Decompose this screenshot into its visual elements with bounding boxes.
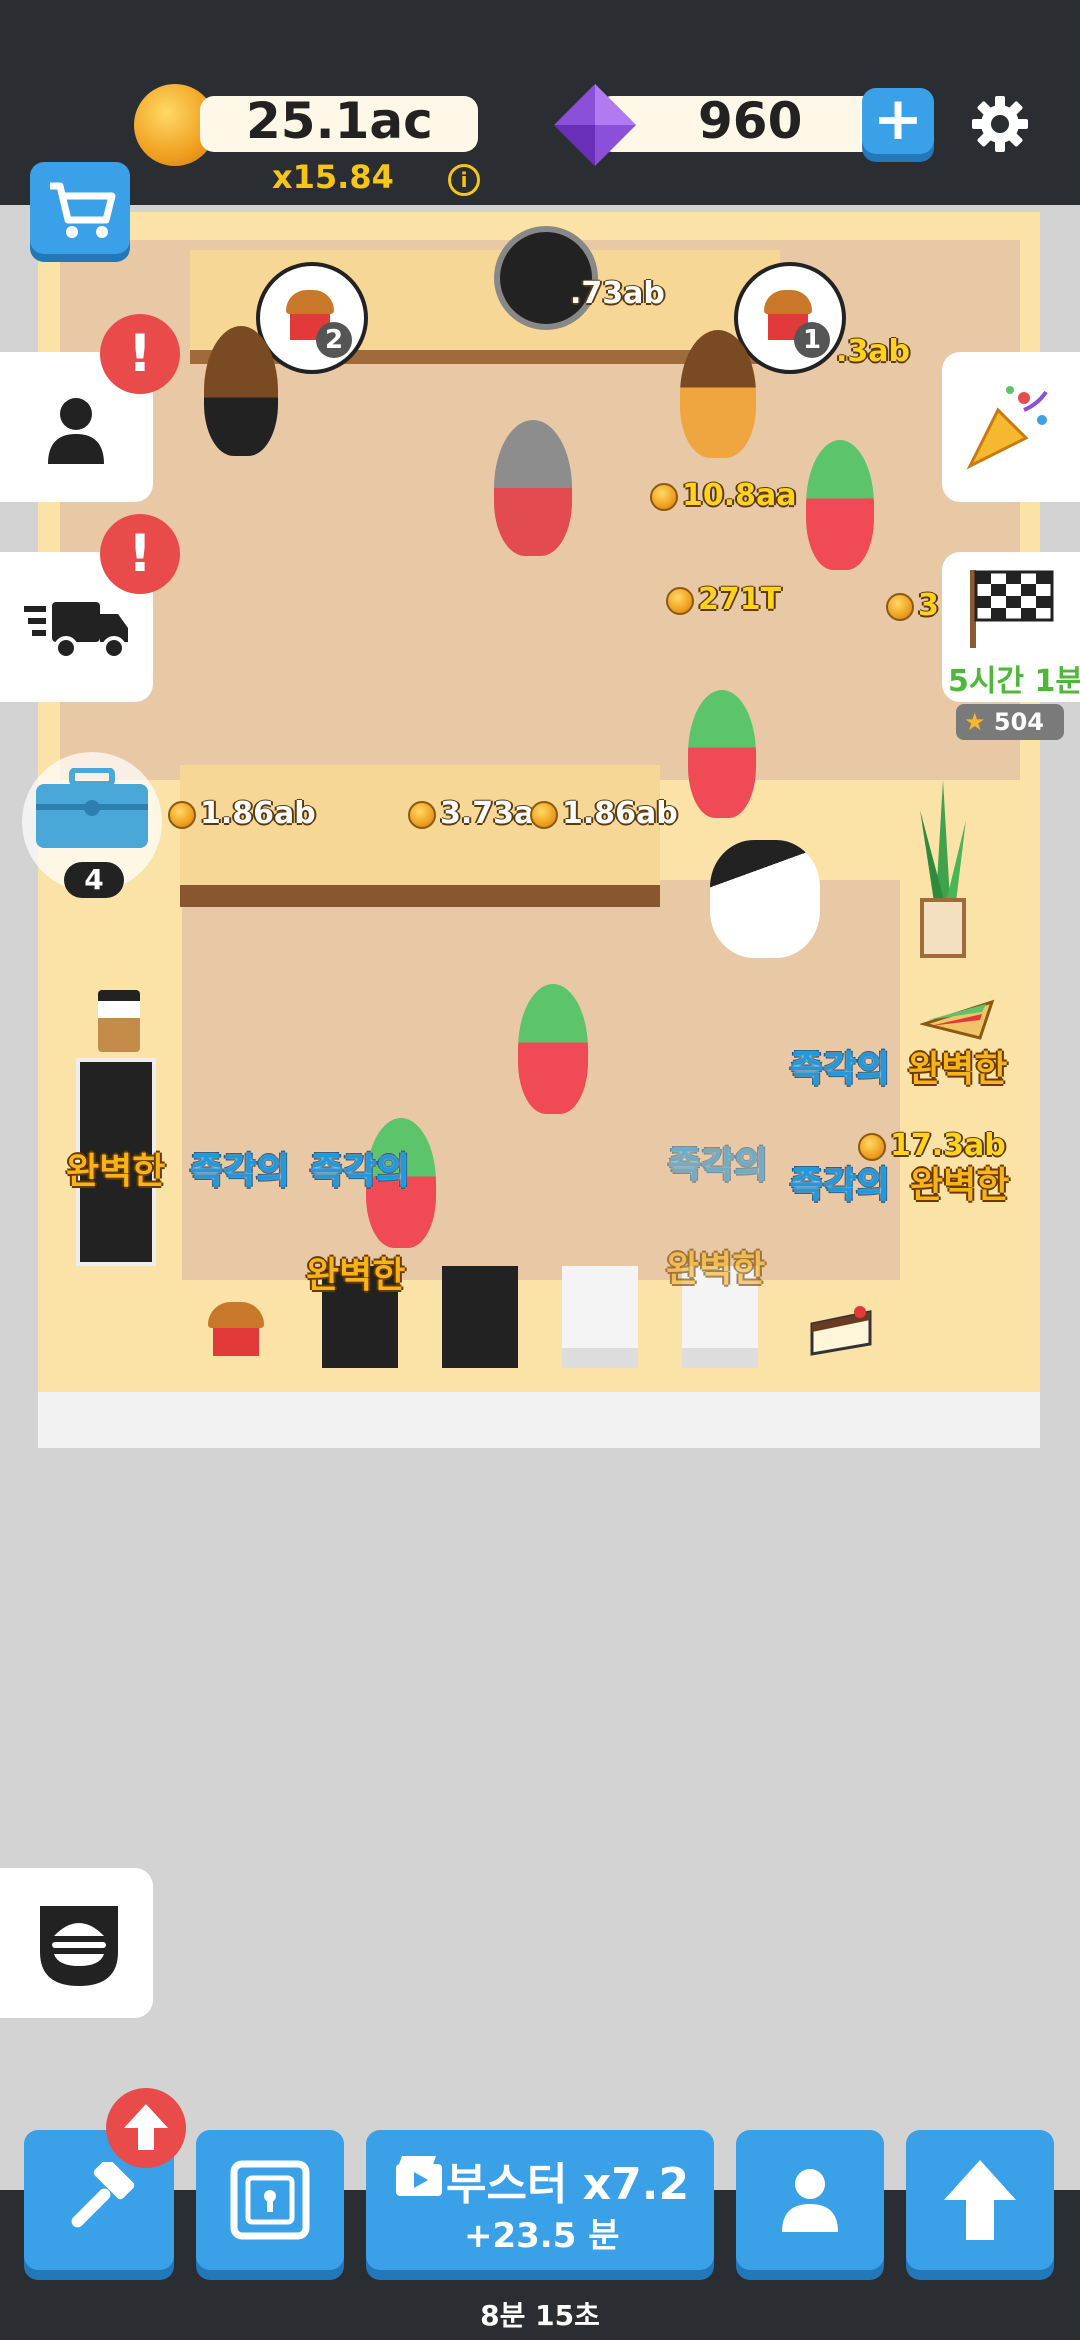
- booster-button[interactable]: 부스터 x7.2 +23.5 분: [366, 2130, 714, 2270]
- gem-amount: 960: [698, 92, 803, 150]
- coin-icon: [666, 586, 694, 615]
- cake-slice-icon: [808, 1304, 874, 1358]
- hammer-icon: [71, 2162, 135, 2228]
- customer-gray-hair: [494, 420, 572, 556]
- money-label[interactable]: 10.8aa: [650, 478, 797, 513]
- customer-brown-hair: [204, 326, 278, 456]
- quality-instant: 즉각의: [790, 1165, 890, 1206]
- plant-decor: [916, 780, 970, 960]
- order-count-badge: 2: [316, 322, 352, 358]
- shop-button[interactable]: [30, 162, 130, 254]
- vault-icon: [230, 2160, 310, 2240]
- staff-alert-badge: !: [100, 314, 180, 394]
- person-icon: [48, 398, 104, 464]
- delivery-alert-badge: !: [100, 514, 180, 594]
- panda-customer: [710, 840, 820, 958]
- vault-button[interactable]: [196, 2130, 344, 2270]
- customer-orange: [680, 330, 756, 458]
- coin-icon: [168, 800, 196, 829]
- staff-green-cap-2: [688, 690, 756, 818]
- coin-icon: [650, 482, 678, 511]
- fridge-station-1: [562, 1266, 638, 1368]
- upgrade-alert-badge: [106, 2088, 186, 2168]
- sandwich-icon: [918, 994, 996, 1044]
- party-event-button[interactable]: [942, 352, 1080, 502]
- coin-icon: [886, 592, 914, 621]
- chest-count-badge: 4: [64, 862, 124, 898]
- order-bubble-right: 1: [734, 262, 846, 374]
- quality-perfect: 완벽한: [910, 1165, 1010, 1206]
- coin-amount: 25.1ac: [246, 92, 433, 150]
- coin-icon: [530, 800, 558, 829]
- up-arrow-icon: [944, 2160, 1016, 2240]
- video-ad-icon: [396, 2156, 442, 2196]
- person-icon: [782, 2169, 838, 2232]
- booster-subtitle: +23.5 분: [464, 2216, 620, 2256]
- checkered-flag-icon: [970, 570, 1054, 648]
- income-multiplier: x15.84: [272, 158, 394, 196]
- up-arrow-icon: [124, 2104, 168, 2150]
- order-count-badge: 1: [794, 322, 830, 358]
- star-icon: ★: [964, 708, 986, 736]
- purple-gem-icon: [552, 82, 638, 168]
- quality-perfect: 완벽한: [66, 1151, 166, 1192]
- add-gems-button[interactable]: +: [862, 88, 934, 154]
- delivery-truck-icon: [24, 602, 128, 660]
- toolbox-chest-button[interactable]: 4: [22, 752, 162, 898]
- money-label[interactable]: .3ab: [836, 334, 910, 369]
- money-label[interactable]: 1.86ab: [168, 796, 316, 831]
- quality-perfect: 완벽한: [306, 1255, 406, 1296]
- quality-instant: 즉각의: [190, 1151, 290, 1192]
- shopping-cart-icon: [50, 182, 116, 238]
- event-stars-badge: ★ 504: [956, 704, 1064, 740]
- oven-station-2: [442, 1266, 518, 1368]
- upgrade-button[interactable]: [906, 2130, 1054, 2270]
- money-label[interactable]: 1.86ab: [530, 796, 678, 831]
- coin-icon: [408, 800, 436, 829]
- burger-menu-button[interactable]: [0, 1868, 153, 2018]
- money-label[interactable]: 3.73a: [408, 796, 534, 831]
- booster-title: 부스터 x7.2: [446, 2159, 690, 2210]
- staff-green-cap-3: [518, 984, 588, 1114]
- quality-instant: 즉각의: [668, 1145, 768, 1186]
- event-timer: 5시간 1분: [948, 664, 1080, 699]
- info-icon[interactable]: i: [448, 164, 480, 196]
- quality-perfect: 완벽한: [666, 1249, 766, 1290]
- gear-icon[interactable]: [970, 94, 1030, 154]
- floor-base: [38, 1392, 1040, 1448]
- burger-icon: [40, 1906, 118, 1986]
- coffee-cup-icon: [98, 990, 140, 1052]
- quality-perfect: 완벽한: [908, 1049, 1008, 1090]
- race-event-button[interactable]: 5시간 1분: [942, 552, 1080, 702]
- money-label[interactable]: 271T: [666, 582, 781, 617]
- manager-button[interactable]: [736, 2130, 884, 2270]
- booster-timer: 8분 15초: [480, 2299, 600, 2332]
- money-label[interactable]: 3: [886, 588, 939, 623]
- toolbox-icon: [36, 768, 148, 848]
- quality-instant: 즉각의: [310, 1151, 410, 1192]
- party-popper-icon: [966, 386, 1048, 470]
- money-label[interactable]: .73ab: [570, 276, 665, 311]
- muffin-station-icon: [208, 1302, 268, 1358]
- quality-instant: 즉각의: [790, 1049, 890, 1090]
- staff-green-cap-1: [806, 440, 874, 570]
- service-counter: [180, 765, 660, 907]
